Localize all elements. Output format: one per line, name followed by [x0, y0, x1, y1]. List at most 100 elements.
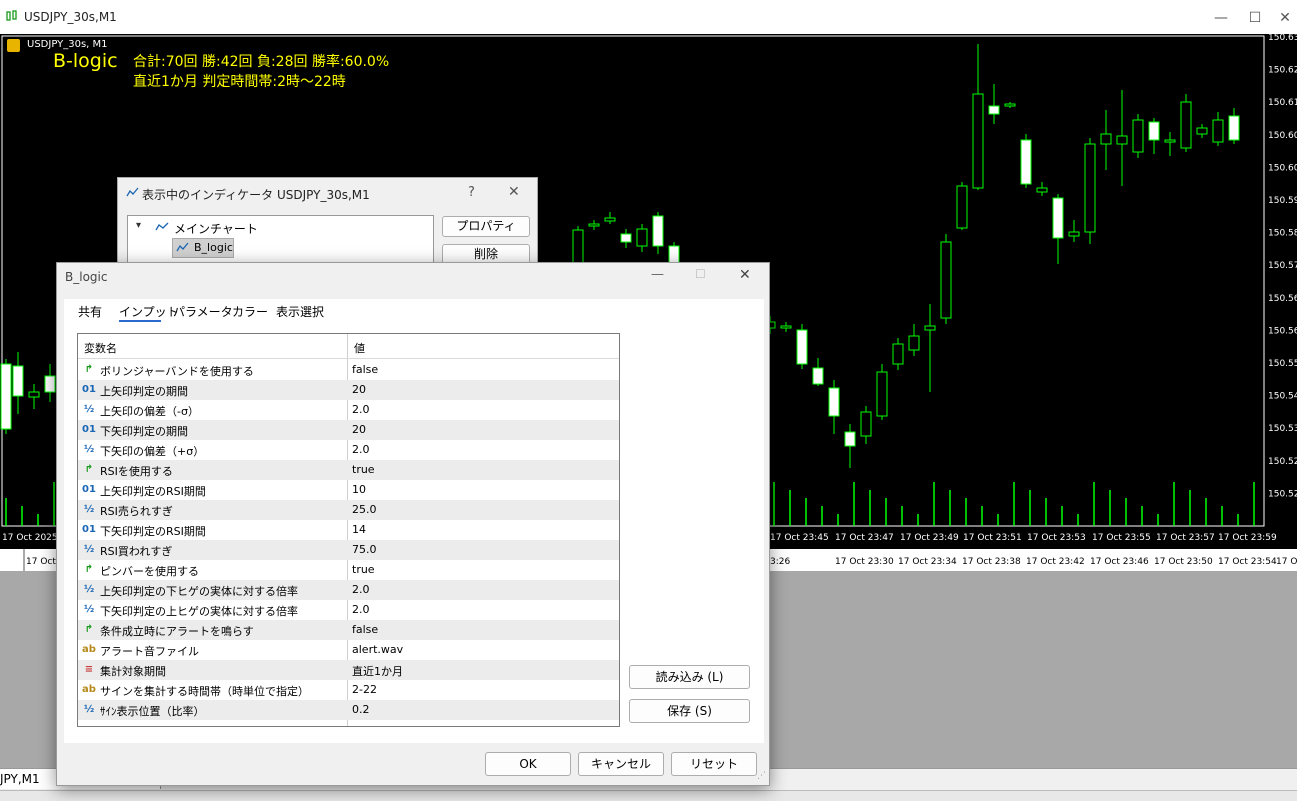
tree-item-label: B_logic	[194, 241, 233, 254]
row-value[interactable]: 25.0	[352, 503, 377, 516]
stats-line-1: 合計:70回 勝:42回 負:28回 勝率:60.0%	[133, 54, 390, 70]
time-tick-label: 17 Oct 23:55	[1092, 533, 1151, 543]
row-name: 上矢印判定の下ヒゲの実体に対する倍率	[100, 585, 298, 598]
dialog-maximize-button: ☐	[695, 267, 706, 281]
price-tick-label: 150.56	[1268, 326, 1297, 336]
table-row[interactable]: ↱ RSIを使用する true	[78, 460, 619, 480]
chart-symbol-icon	[7, 39, 20, 52]
row-value[interactable]: alert.wav	[352, 643, 403, 656]
integer-icon: 01	[82, 484, 96, 495]
row-name: 集計対象期間	[100, 665, 166, 678]
table-row[interactable]: ↱ ピンバーを使用する true	[78, 560, 619, 580]
row-name: 条件成立時にアラートを鳴らす	[100, 625, 254, 638]
row-value[interactable]: 2-22	[352, 683, 377, 696]
candle-body	[1196, 127, 1208, 135]
tab-inputs[interactable]: インプット	[119, 303, 179, 320]
row-value[interactable]: 10	[352, 483, 366, 496]
enum-icon: ≡	[84, 664, 94, 675]
row-value[interactable]: 14	[352, 523, 366, 536]
candle-body	[0, 363, 12, 430]
candle-body	[636, 228, 648, 247]
price-tick-label: 150.60	[1268, 163, 1297, 173]
indicators-close-button[interactable]: ✕	[508, 184, 520, 200]
table-row[interactable]: ab サインを集計する時間帯（時単位で指定） 2-22	[78, 680, 619, 700]
time-tick-label: 17 Oct 23:53	[1027, 533, 1086, 543]
candle-body	[892, 343, 904, 365]
tab-common[interactable]: 共有	[78, 303, 102, 320]
row-name: ボリンジャーバンドを使用する	[100, 365, 254, 378]
candle-body	[652, 215, 664, 247]
candle-body	[812, 367, 824, 385]
reset-button[interactable]: リセット	[671, 752, 757, 776]
table-row[interactable]: 01 下矢印判定のRSI期間 14	[78, 520, 619, 540]
load-button[interactable]: 読み込み (L)	[629, 665, 750, 689]
price-tick-label: 150.58	[1268, 229, 1297, 239]
row-value[interactable]: true	[352, 463, 375, 476]
table-row[interactable]: ½ ｻｲﾝ表示位置（比率） 0.2	[78, 700, 619, 720]
price-tick-label: 150.61	[1268, 98, 1297, 108]
row-name: 下矢印判定の期間	[100, 425, 188, 438]
row-value[interactable]: 0.2	[352, 703, 370, 716]
candle-body	[620, 233, 632, 243]
table-row[interactable]: ½ 上矢印の偏差（-σ） 2.0	[78, 400, 619, 420]
table-row[interactable]: 01 下矢印判定の期間 20	[78, 420, 619, 440]
table-row[interactable]: 01 上矢印判定の期間 20	[78, 380, 619, 400]
table-row[interactable]: ½ 下矢印判定の上ヒゲの実体に対する倍率 2.0	[78, 600, 619, 620]
double-icon: ½	[83, 444, 95, 455]
column-header-value[interactable]: 値	[354, 340, 365, 356]
minimize-button[interactable]: —	[1206, 6, 1236, 30]
candle-body	[1052, 197, 1064, 239]
row-value[interactable]: 20	[352, 383, 366, 396]
double-icon: ½	[83, 504, 95, 515]
table-row[interactable]: ½ 下矢印の偏差（+σ） 2.0	[78, 440, 619, 460]
maximize-button[interactable]: ☐	[1240, 6, 1270, 30]
time-tick-label: 17 Oct 23:51	[963, 533, 1022, 543]
save-button[interactable]: 保存 (S)	[629, 699, 750, 723]
time-tick-label: 17 Oct 2025	[2, 533, 58, 543]
table-row[interactable]: ↱ 条件成立時にアラートを鳴らす false	[78, 620, 619, 640]
row-value[interactable]: 20	[352, 423, 366, 436]
candle-body	[1036, 187, 1048, 193]
cancel-button[interactable]: キャンセル	[578, 752, 664, 776]
tab-visualization[interactable]: 表示選択	[276, 303, 324, 320]
tree-item-b-logic[interactable]: B_logic	[172, 238, 234, 258]
row-value[interactable]: false	[352, 363, 378, 376]
table-row[interactable]: ½ 上矢印判定の下ヒゲの実体に対する倍率 2.0	[78, 580, 619, 600]
row-value[interactable]: true	[352, 563, 375, 576]
tab-colors[interactable]: カラー	[232, 303, 268, 320]
row-name: 上矢印判定の期間	[100, 385, 188, 398]
candle-body	[1180, 101, 1192, 149]
row-value[interactable]: 2.0	[352, 403, 370, 416]
table-row[interactable]: ab アラート音ファイル alert.wav	[78, 640, 619, 660]
properties-button[interactable]: プロパティ	[442, 216, 530, 237]
tab-parameters[interactable]: パラメータ	[173, 303, 233, 320]
table-row[interactable]: ≡ 集計対象期間 直近1か月	[78, 660, 619, 680]
row-value[interactable]: 2.0	[352, 603, 370, 616]
close-button[interactable]: ✕	[1270, 6, 1297, 30]
table-row[interactable]: ½ RSI売られすぎ 25.0	[78, 500, 619, 520]
column-header-name[interactable]: 変数名	[84, 340, 117, 356]
table-row[interactable]: ↱ ボリンジャーバンドを使用する false	[78, 360, 619, 380]
help-button[interactable]: ?	[468, 185, 475, 200]
candle-body	[1164, 139, 1176, 143]
resize-grip-icon[interactable]: ⋰	[757, 771, 766, 781]
tree-item-main-chart[interactable]: メインチャート	[174, 220, 258, 237]
row-name: RSI売られすぎ	[100, 505, 173, 518]
row-value[interactable]: 直近1か月	[352, 663, 403, 679]
ok-button[interactable]: OK	[485, 752, 571, 776]
inputs-table[interactable]: 変数名 値 ↱ ボリンジャーバンドを使用する false 01 上矢印判定の期間 20 ½ 上…	[77, 333, 620, 727]
price-tick-label: 150.63	[1268, 34, 1297, 43]
dialog-minimize-button[interactable]: —	[651, 267, 664, 282]
table-row[interactable]: ½ RSI買われすぎ 75.0	[78, 540, 619, 560]
row-value[interactable]: 2.0	[352, 583, 370, 596]
table-row[interactable]: 01 上矢印判定のRSI期間 10	[78, 480, 619, 500]
candle-body	[796, 329, 808, 365]
chevron-down-icon[interactable]: ▾	[136, 220, 141, 231]
dialog-close-button[interactable]: ✕	[739, 267, 751, 283]
row-value[interactable]: false	[352, 623, 378, 636]
candle-body	[572, 229, 584, 265]
time-tick-label: 17 Oct 23:59	[1218, 533, 1277, 543]
row-value[interactable]: 2.0	[352, 443, 370, 456]
row-value[interactable]: 75.0	[352, 543, 377, 556]
double-icon: ½	[83, 544, 95, 555]
